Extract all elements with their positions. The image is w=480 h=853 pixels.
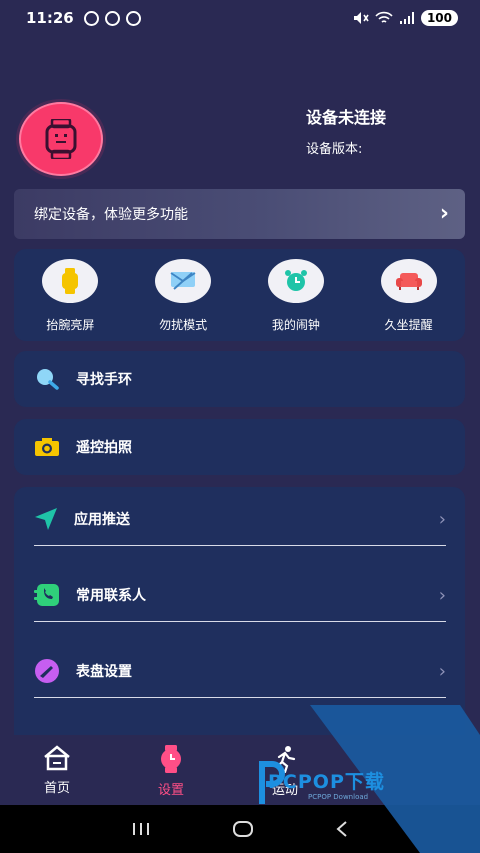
message-mute-icon: [170, 272, 196, 290]
quick-action-sedentary-reminder[interactable]: 久坐提醒: [352, 249, 465, 341]
notification-icon: [83, 10, 99, 26]
sofa-icon: [395, 273, 422, 290]
quick-actions-card: 抬腕亮屏 勿扰模式 我的闹钟 久坐提醒: [14, 249, 465, 341]
watch-raise-icon: [62, 268, 79, 294]
quick-action-circle: [155, 259, 212, 303]
divider: [34, 697, 446, 698]
watch-icon: [45, 119, 77, 159]
device-avatar[interactable]: [19, 102, 103, 176]
list-item-app-push[interactable]: 应用推送 ›: [34, 497, 446, 541]
bind-device-banner[interactable]: 绑定设备，体验更多功能 ›: [14, 189, 465, 239]
settings-watch-icon: [161, 745, 181, 773]
send-icon: [35, 508, 57, 530]
watch-face-icon: [35, 659, 59, 683]
camera-icon: [35, 438, 59, 456]
bind-device-text: 绑定设备，体验更多功能: [34, 207, 188, 223]
chevron-right-icon: ›: [438, 584, 446, 606]
tab-settings[interactable]: 设置: [114, 735, 228, 805]
notification-icon: [125, 10, 141, 26]
notification-icons: [83, 10, 141, 26]
list-item-label: 常用联系人: [76, 588, 146, 604]
find-band-card[interactable]: 寻找手环: [14, 351, 465, 407]
quick-action-circle: [42, 259, 99, 303]
quick-action-do-not-disturb[interactable]: 勿扰模式: [127, 249, 240, 341]
chevron-right-icon: ›: [438, 660, 446, 682]
quick-action-alarm[interactable]: 我的闹钟: [240, 249, 353, 341]
recents-icon[interactable]: [131, 822, 151, 836]
quick-action-circle: [380, 259, 437, 303]
wifi-icon: [375, 11, 393, 23]
contacts-icon: [34, 584, 59, 606]
chevron-right-icon: ›: [438, 508, 446, 530]
quick-action-label: 我的闹钟: [271, 318, 320, 332]
tab-label: 首页: [43, 781, 70, 796]
home-button-icon[interactable]: [232, 820, 254, 838]
home-icon: [44, 745, 70, 771]
device-connection-status: 设备未连接: [306, 108, 387, 127]
divider: [34, 621, 446, 622]
list-item-label: 应用推送: [74, 512, 130, 528]
system-icons: 100: [353, 10, 458, 26]
chevron-right-icon: ›: [439, 201, 449, 226]
list-item-contacts[interactable]: 常用联系人 ›: [34, 573, 446, 617]
tab-home[interactable]: 首页: [0, 735, 114, 805]
device-header: 设备未连接 设备版本:: [0, 90, 480, 180]
quick-action-label: 抬腕亮屏: [46, 318, 95, 332]
remote-photo-card[interactable]: 遥控拍照: [14, 419, 465, 475]
list-item-label: 表盘设置: [76, 664, 132, 680]
status-time: 11:26: [26, 9, 74, 27]
watermark-subtext: PCPOP Download: [308, 793, 369, 801]
alarm-clock-icon: [284, 270, 307, 291]
tab-label: 设置: [157, 783, 184, 798]
search-icon: [37, 369, 59, 390]
divider: [34, 545, 446, 546]
quick-action-label: 久坐提醒: [384, 318, 433, 332]
notification-icon: [104, 10, 120, 26]
quick-action-label: 勿扰模式: [159, 318, 208, 332]
mute-icon: [353, 12, 369, 24]
device-version: 设备版本:: [306, 142, 363, 157]
quick-action-raise-wrist[interactable]: 抬腕亮屏: [14, 249, 127, 341]
find-band-label: 寻找手环: [76, 372, 132, 388]
list-item-watch-face[interactable]: 表盘设置 ›: [34, 649, 446, 693]
quick-action-circle: [267, 259, 324, 303]
watermark-text: PCPOP下载: [268, 771, 385, 793]
status-bar: 11:26 100: [0, 0, 480, 36]
battery-indicator: 100: [420, 10, 458, 26]
remote-photo-label: 遥控拍照: [76, 440, 132, 456]
signal-icon: [399, 12, 414, 24]
